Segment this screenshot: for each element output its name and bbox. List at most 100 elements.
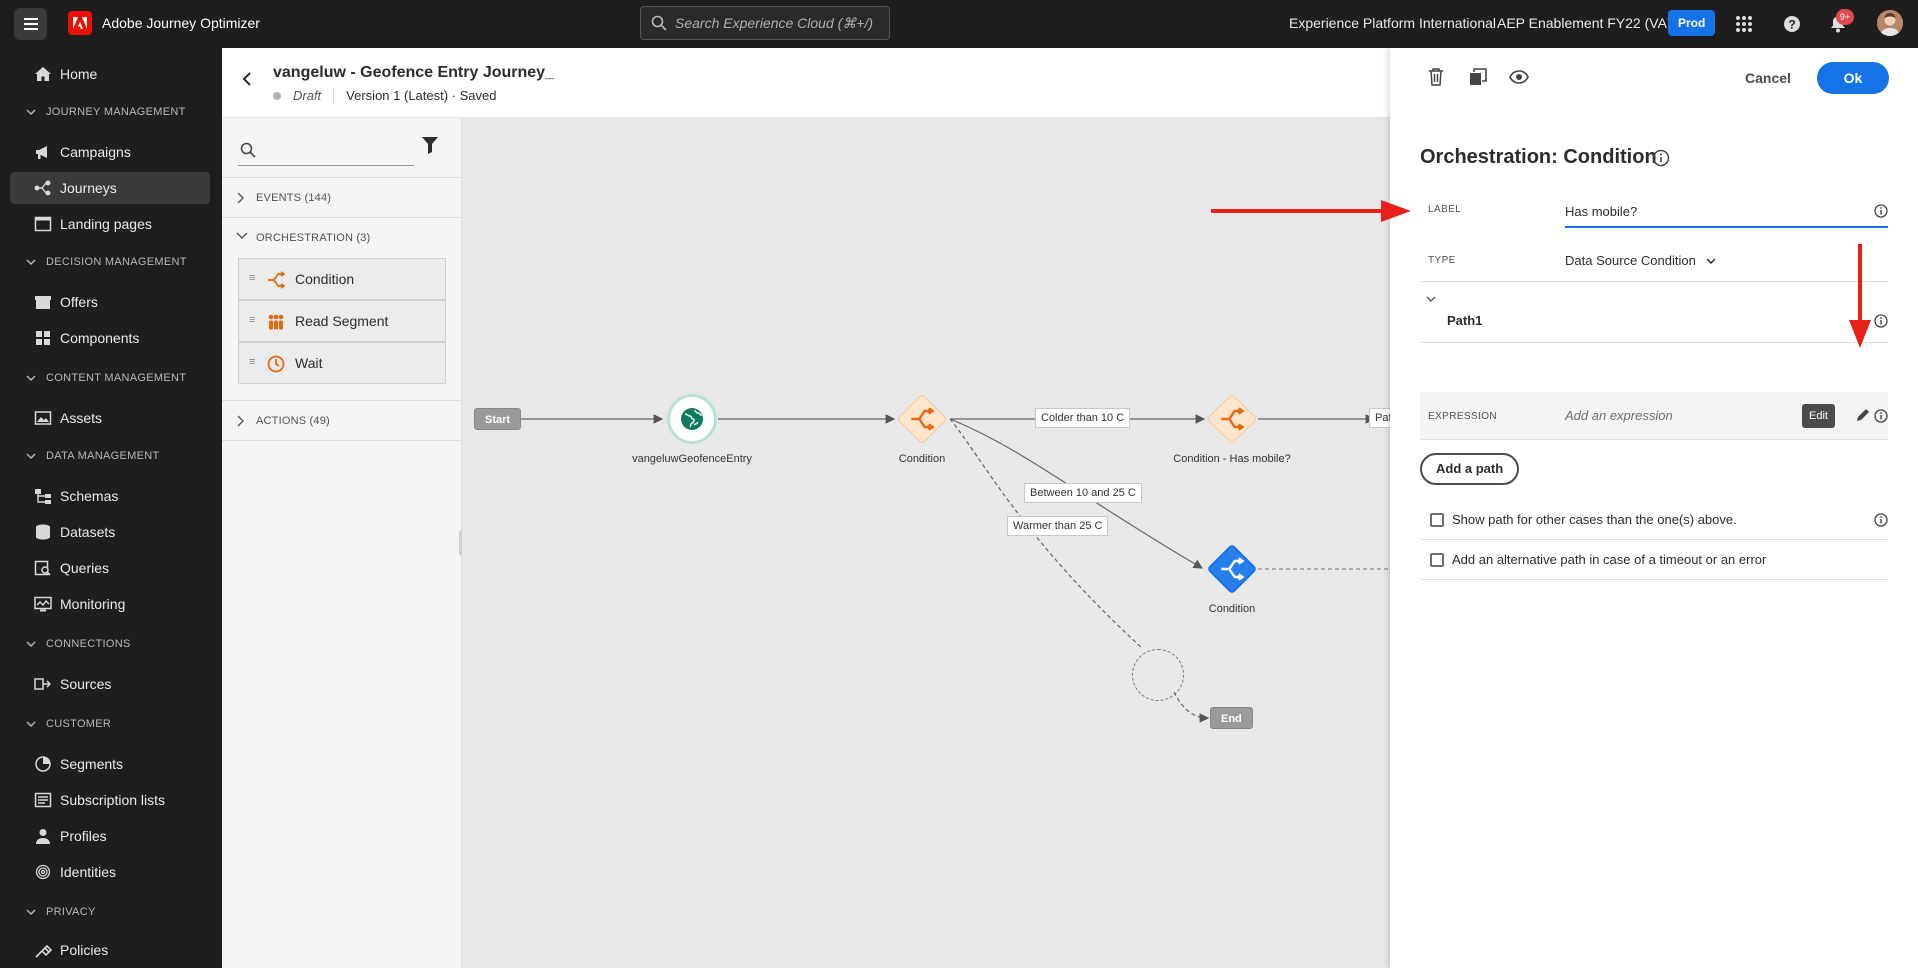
nav-components[interactable]: Components [10,322,210,354]
pencil-edit-icon[interactable] [1856,408,1870,422]
trash-icon[interactable] [1428,68,1444,86]
section-label: DATA MANAGEMENT [46,450,160,462]
type-value: Data Source Condition [1565,253,1696,268]
end-node[interactable]: End [1210,707,1253,729]
nav-subscription-lists[interactable]: Subscription lists [10,784,210,816]
nav-policies[interactable]: Policies [10,934,210,966]
sandbox-switcher[interactable]: AEP Enablement FY22 (VA7) [1497,15,1679,31]
cancel-button[interactable]: Cancel [1733,62,1803,94]
nav-segments[interactable]: Segments [10,748,210,780]
drag-handle-icon[interactable]: ≡ [249,356,255,368]
palette-item-label: Wait [295,355,323,371]
nav-section-privacy[interactable]: PRIVACY [26,906,96,918]
hamburger-menu-button[interactable] [14,8,47,40]
alternative-path-option: Add an alternative path in case of a tim… [1420,540,1888,580]
chevron-down-icon [236,232,248,239]
edge-label-colder[interactable]: Colder than 10 C [1035,408,1131,428]
notification-count-badge: 9+ [1836,9,1854,25]
filter-icon[interactable] [422,136,438,154]
nav-sources[interactable]: Sources [10,668,210,700]
condition-node-3-label: Condition [1208,603,1256,615]
type-select[interactable]: Data Source Condition [1565,253,1716,268]
global-search[interactable] [640,6,890,40]
palette-item-condition[interactable]: ≡ Condition [238,258,446,300]
empty-drop-node[interactable] [1132,649,1184,701]
nav-profiles[interactable]: Profiles [10,820,210,852]
palette-search-input[interactable] [266,140,406,160]
clock-icon [267,355,285,373]
chevron-down-icon[interactable] [1426,296,1436,302]
condition-node-1-label: Condition [898,453,946,465]
journey-header: vangeluw - Geofence Entry Journey_ Draft… [222,48,1390,118]
edge-label-between[interactable]: Between 10 and 25 C [1024,483,1142,503]
nav-section-data-management[interactable]: DATA MANAGEMENT [26,450,160,462]
nav-offers[interactable]: Offers [10,286,210,318]
nav-journeys[interactable]: Journeys [10,172,210,204]
info-icon[interactable] [1874,409,1888,423]
search-icon [240,142,256,158]
alternative-path-checkbox[interactable] [1430,553,1444,567]
chevron-right-icon [237,192,244,204]
user-avatar[interactable] [1877,10,1903,36]
help-icon[interactable]: ? [1780,12,1804,36]
drag-handle-icon[interactable]: ≡ [249,314,255,326]
adobe-logo-icon[interactable] [68,11,92,35]
section-label: PRIVACY [46,906,96,918]
expression-placeholder[interactable]: Add an expression [1565,408,1673,423]
nav-section-journey-management[interactable]: JOURNEY MANAGEMENT [26,106,186,118]
back-arrow-icon[interactable] [242,72,252,86]
drag-handle-icon[interactable]: ≡ [249,272,255,284]
palette-item-wait[interactable]: ≡ Wait [238,342,446,384]
info-icon[interactable] [1874,513,1888,527]
palette-search[interactable] [238,134,414,166]
label-input[interactable] [1565,196,1888,228]
preview-eye-icon[interactable] [1509,70,1529,84]
org-switcher[interactable]: Experience Platform International [1289,15,1496,31]
path-name: Path1 [1447,313,1483,328]
nav-section-connections[interactable]: CONNECTIONS [26,638,131,650]
expression-row[interactable]: EXPRESSION Add an expression Edit [1420,392,1888,440]
palette-group-events[interactable]: EVENTS (144) [222,177,462,217]
duplicate-icon[interactable] [1469,68,1487,86]
nav-home[interactable]: Home [10,58,210,90]
palette-group-orchestration[interactable]: ORCHESTRATION (3) [222,217,462,257]
nav-queries[interactable]: Queries [10,552,210,584]
profile-icon [36,829,50,844]
edge-label-warmer[interactable]: Warmer than 25 C [1007,516,1109,536]
nav-monitoring[interactable]: Monitoring [10,588,210,620]
info-icon[interactable] [1874,204,1888,218]
subscription-list-icon [34,792,52,808]
start-node[interactable]: Start [474,408,522,430]
nav-section-decision-management[interactable]: DECISION MANAGEMENT [26,256,187,268]
ok-button[interactable]: Ok [1817,62,1889,94]
info-icon[interactable] [1652,149,1670,167]
nav-assets[interactable]: Assets [10,402,210,434]
journey-canvas[interactable]: Start vangeluwGeofenceEntry Condition Co… [462,118,1390,968]
nav-schemas[interactable]: Schemas [10,480,210,512]
nav-identities[interactable]: Identities [10,856,210,888]
nav-section-customer[interactable]: CUSTOMER [26,718,111,730]
nav-label: Home [60,66,98,82]
other-cases-checkbox[interactable] [1430,513,1444,527]
nav-datasets[interactable]: Datasets [10,516,210,548]
components-icon [36,331,50,345]
palette-item-read-segment[interactable]: ≡ Read Segment [238,300,446,342]
megaphone-icon [36,146,47,159]
event-node-geofence[interactable] [667,394,717,444]
nav-section-content-management[interactable]: CONTENT MANAGEMENT [26,372,186,384]
nav-campaigns[interactable]: Campaigns [10,136,210,168]
fingerprint-icon [35,864,51,880]
environment-badge[interactable]: Prod [1668,10,1716,36]
info-icon[interactable] [1874,314,1888,328]
other-cases-label[interactable]: Show path for other cases than the one(s… [1452,512,1737,527]
search-input[interactable] [675,13,875,33]
section-label: DECISION MANAGEMENT [46,256,187,268]
alternative-path-label[interactable]: Add an alternative path in case of a tim… [1452,552,1766,567]
app-name[interactable]: Adobe Journey Optimizer [102,15,260,31]
section-label: JOURNEY MANAGEMENT [46,106,186,118]
add-path-button[interactable]: Add a path [1420,453,1520,485]
app-switcher-icon[interactable] [1732,12,1756,36]
palette-group-actions[interactable]: ACTIONS (49) [222,400,462,440]
edge-label-path-cut[interactable]: Pat [1369,408,1390,428]
nav-landing-pages[interactable]: Landing pages [10,208,210,240]
